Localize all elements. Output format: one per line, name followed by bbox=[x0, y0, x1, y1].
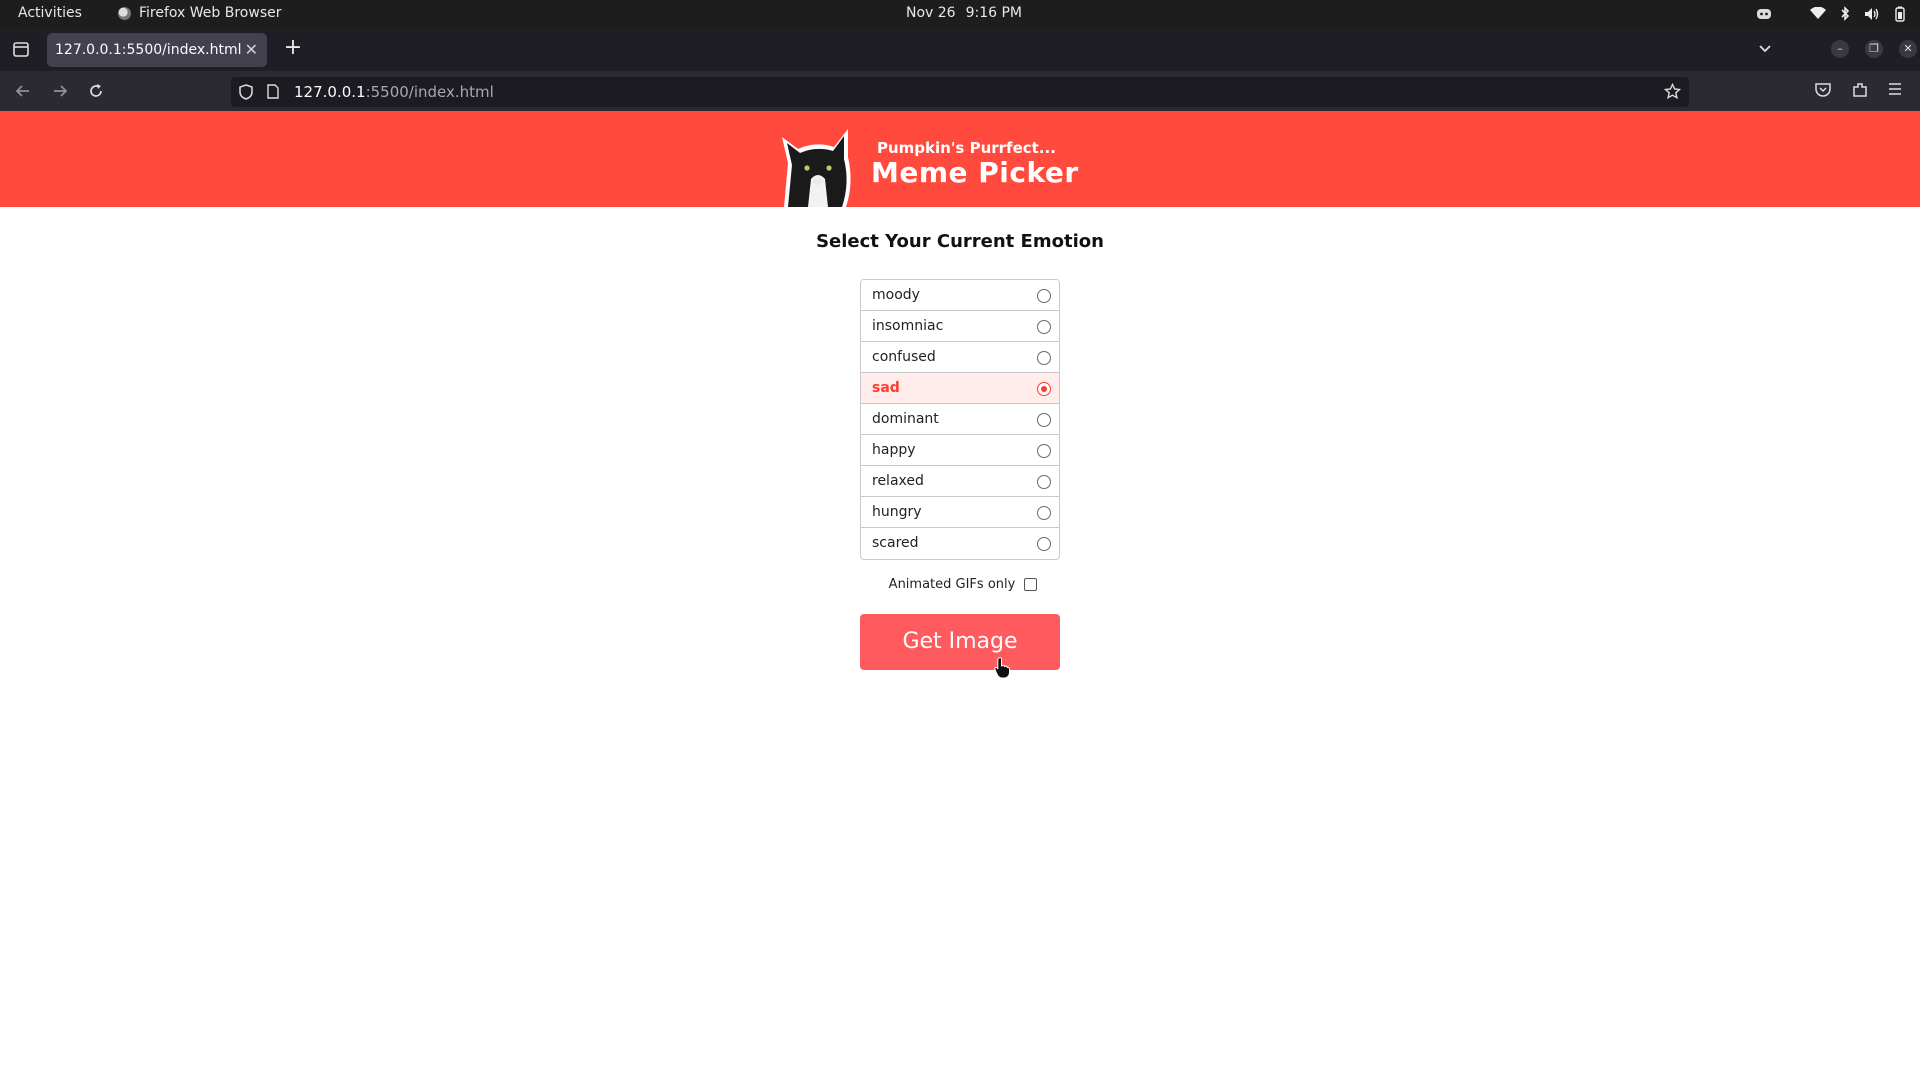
emotion-option-happy[interactable]: happy bbox=[861, 435, 1059, 466]
new-tab-button[interactable]: + bbox=[280, 35, 306, 60]
emotion-option-dominant[interactable]: dominant bbox=[861, 404, 1059, 435]
emotion-option-moody[interactable]: moody bbox=[861, 280, 1059, 311]
reload-icon[interactable] bbox=[86, 81, 106, 101]
navigation-bar: 127.0.0.1:5500/index.html bbox=[0, 71, 1920, 111]
emotion-label[interactable]: relaxed bbox=[872, 473, 924, 489]
battery-icon[interactable] bbox=[1894, 6, 1906, 22]
close-tab-icon[interactable]: ✕ bbox=[245, 40, 258, 59]
hamburger-menu-icon[interactable] bbox=[1887, 81, 1903, 97]
emotion-option-confused[interactable]: confused bbox=[861, 342, 1059, 373]
wifi-icon[interactable] bbox=[1810, 7, 1826, 20]
app-menu[interactable]: Firefox Web Browser bbox=[118, 5, 282, 21]
site-header: Pumpkin's Purrfect... Meme Picker bbox=[0, 111, 1920, 207]
page-title: Select Your Current Emotion bbox=[816, 231, 1104, 252]
discord-icon[interactable] bbox=[1756, 7, 1772, 21]
clock-date: Nov 26 bbox=[906, 5, 956, 21]
forward-arrow-icon[interactable] bbox=[50, 81, 70, 101]
emotion-option-sad[interactable]: sad bbox=[861, 373, 1059, 404]
gif-only-label[interactable]: Animated GIFs only bbox=[889, 577, 1016, 592]
emotion-option-hungry[interactable]: hungry bbox=[861, 497, 1059, 528]
gif-only-checkbox[interactable] bbox=[1024, 578, 1038, 591]
extensions-puzzle-icon[interactable] bbox=[1851, 81, 1869, 99]
back-arrow-icon[interactable] bbox=[13, 81, 33, 101]
tracking-protection-shield-icon[interactable] bbox=[239, 84, 253, 100]
emotion-label[interactable]: scared bbox=[872, 535, 919, 551]
emotion-radio[interactable] bbox=[1037, 506, 1051, 520]
url-bar[interactable]: 127.0.0.1:5500/index.html bbox=[231, 77, 1689, 107]
gif-only-option[interactable]: Animated GIFs only bbox=[0, 577, 1920, 592]
tab-active[interactable]: 127.0.0.1:5500/index.html ✕ bbox=[47, 33, 267, 67]
emotion-radio[interactable] bbox=[1037, 537, 1051, 551]
restore-window-icon[interactable]: ❐ bbox=[1865, 40, 1883, 58]
emotion-radio[interactable] bbox=[1037, 382, 1051, 396]
emotion-label[interactable]: confused bbox=[872, 349, 936, 365]
firefox-icon bbox=[118, 6, 131, 20]
list-all-tabs-icon[interactable] bbox=[1757, 40, 1773, 56]
header-title: Meme Picker bbox=[871, 156, 1079, 189]
emotion-radio[interactable] bbox=[1037, 289, 1051, 303]
volume-icon[interactable] bbox=[1864, 7, 1880, 21]
emotion-label[interactable]: moody bbox=[872, 287, 920, 303]
url-path: :5500/index.html bbox=[365, 83, 494, 101]
url-text[interactable]: 127.0.0.1:5500/index.html bbox=[294, 83, 494, 101]
emotion-option-relaxed[interactable]: relaxed bbox=[861, 466, 1059, 497]
emotion-label[interactable]: happy bbox=[872, 442, 916, 458]
activities-button[interactable]: Activities bbox=[18, 5, 82, 21]
emotion-label[interactable]: hungry bbox=[872, 504, 922, 520]
emotion-option-scared[interactable]: scared bbox=[861, 528, 1059, 559]
emotion-radio-list: moody insomniac confused sad dominant happy re… bbox=[860, 279, 1060, 560]
system-tray[interactable] bbox=[1756, 3, 1906, 24]
close-window-icon[interactable]: ✕ bbox=[1899, 40, 1917, 58]
tab-title: 127.0.0.1:5500/index.html bbox=[55, 42, 242, 58]
emotion-radio[interactable] bbox=[1037, 444, 1051, 458]
cat-logo bbox=[782, 129, 851, 207]
emotion-radio[interactable] bbox=[1037, 413, 1051, 427]
get-image-button[interactable]: Get Image bbox=[860, 614, 1060, 670]
emotion-option-insomniac[interactable]: insomniac bbox=[861, 311, 1059, 342]
emotion-radio[interactable] bbox=[1037, 320, 1051, 334]
url-host: 127.0.0.1 bbox=[294, 83, 366, 101]
minimize-window-icon[interactable]: – bbox=[1831, 40, 1849, 58]
clock-time: 9:16 PM bbox=[965, 5, 1023, 21]
emotion-label[interactable]: dominant bbox=[872, 411, 939, 427]
firefox-view-icon[interactable] bbox=[10, 38, 32, 60]
bluetooth-icon[interactable] bbox=[1840, 6, 1850, 21]
page-viewport: Pumpkin's Purrfect... Meme Picker Select… bbox=[0, 111, 1920, 1080]
hand-pointer-cursor-icon bbox=[994, 657, 1010, 679]
app-name-label: Firefox Web Browser bbox=[139, 5, 282, 21]
bookmark-star-icon[interactable] bbox=[1664, 83, 1681, 100]
tab-strip: 127.0.0.1:5500/index.html ✕ + – ❐ ✕ bbox=[0, 27, 1920, 71]
emotion-radio[interactable] bbox=[1037, 351, 1051, 365]
emotion-label[interactable]: insomniac bbox=[872, 318, 943, 334]
clock[interactable]: Nov 26 9:16 PM bbox=[906, 5, 1032, 21]
emotion-label[interactable]: sad bbox=[872, 380, 900, 396]
page-info-icon[interactable] bbox=[267, 84, 279, 99]
header-subtitle: Pumpkin's Purrfect... bbox=[877, 139, 1056, 157]
system-top-bar: Activities Firefox Web Browser Nov 26 9:1… bbox=[0, 0, 1920, 27]
pocket-icon[interactable] bbox=[1814, 81, 1832, 99]
emotion-radio[interactable] bbox=[1037, 475, 1051, 489]
